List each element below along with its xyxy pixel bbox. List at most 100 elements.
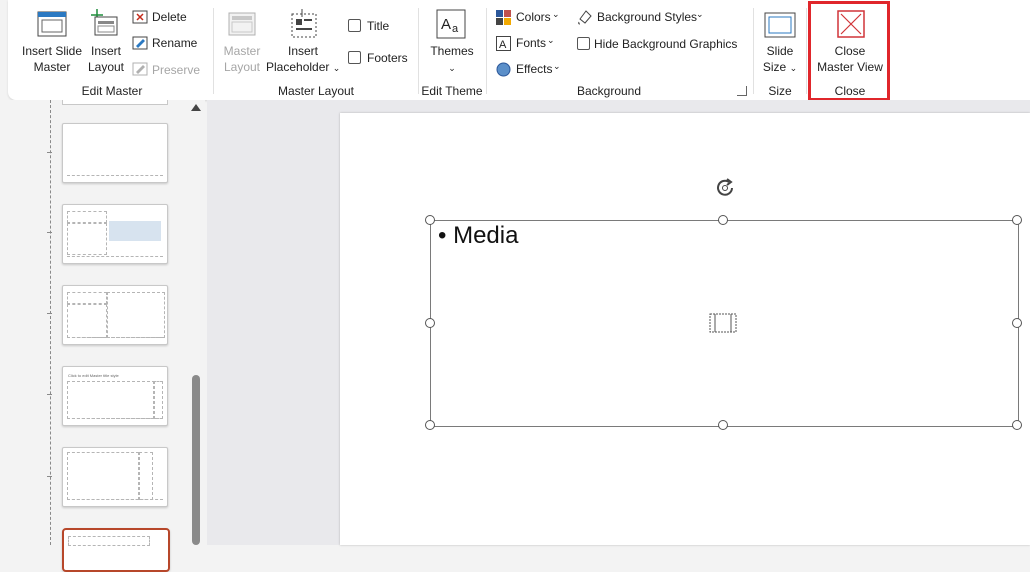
hide-background-graphics-checkbox[interactable] xyxy=(577,37,590,50)
rename-button[interactable]: Rename xyxy=(131,35,197,53)
thumbnail-title-text: Click to edit Master title style xyxy=(68,373,119,378)
connector-tick xyxy=(47,313,52,314)
insert-placeholder-icon xyxy=(291,9,317,38)
slide-size-label-2: Size xyxy=(762,60,787,74)
preserve-label: Preserve xyxy=(152,63,201,77)
rename-icon xyxy=(132,36,148,50)
background-styles-button[interactable]: Background Styles ⌄ xyxy=(576,9,708,27)
insert-slide-master-button[interactable]: Insert Slide Master xyxy=(20,6,84,76)
chevron-down-icon: ⌄ xyxy=(553,61,561,71)
insert-placeholder-label-1: Insert xyxy=(287,44,318,58)
footers-checkbox-label: Footers xyxy=(367,51,408,65)
separator xyxy=(418,8,419,94)
background-styles-icon xyxy=(578,10,592,25)
layout-thumbnail[interactable]: Click to edit Master title style xyxy=(62,366,168,426)
layout-thumbnail[interactable] xyxy=(62,204,168,264)
connector-tick xyxy=(47,394,52,395)
footers-checkbox[interactable] xyxy=(348,51,361,64)
separator xyxy=(806,8,807,94)
master-layout-group-label: Master Layout xyxy=(277,84,355,98)
title-checkbox-label: Title xyxy=(367,19,390,33)
chevron-down-icon: ⌄ xyxy=(332,63,341,73)
layout-connector-line xyxy=(50,100,51,545)
size-group-label: Size xyxy=(768,84,792,98)
fonts-icon: A xyxy=(496,36,511,51)
resize-handle[interactable] xyxy=(718,420,728,430)
background-dialog-launcher-icon[interactable] xyxy=(737,86,747,96)
chevron-down-icon: ⌄ xyxy=(547,35,555,45)
thumbnail-image-placeholder xyxy=(109,221,161,241)
effects-button[interactable]: Effects ⌄ xyxy=(495,61,565,79)
rotate-handle-icon[interactable] xyxy=(713,176,737,200)
delete-label: Delete xyxy=(152,10,187,24)
insert-placeholder-button[interactable]: Insert Placeholder ⌄ xyxy=(266,6,340,76)
chevron-down-icon: ⌄ xyxy=(696,9,704,19)
connector-tick xyxy=(47,476,52,477)
separator xyxy=(486,8,487,94)
preserve-button[interactable]: Preserve xyxy=(131,61,201,79)
placeholder-text[interactable]: • Media xyxy=(438,222,518,250)
master-layout-button[interactable]: Master Layout xyxy=(222,6,262,76)
hide-background-graphics-label: Hide Background Graphics xyxy=(594,37,738,51)
colors-button[interactable]: Colors ⌄ xyxy=(495,9,565,27)
themes-icon: A a xyxy=(436,9,466,39)
chevron-down-icon: ⌄ xyxy=(552,9,560,19)
title-checkbox[interactable] xyxy=(348,19,361,32)
colors-label: Colors xyxy=(516,10,551,24)
connector-tick xyxy=(47,232,52,233)
separator xyxy=(753,8,754,94)
layout-thumbnail[interactable] xyxy=(62,123,168,183)
title-checkbox-row[interactable]: Title xyxy=(348,18,408,34)
highlight-box xyxy=(808,1,890,101)
slide-size-label-1: Slide xyxy=(766,44,794,58)
insert-placeholder-label-2: Placeholder xyxy=(266,60,330,74)
chevron-down-icon: ⌄ xyxy=(789,63,798,73)
themes-label: Themes xyxy=(430,44,474,58)
resize-handle[interactable] xyxy=(718,215,728,225)
media-icon[interactable] xyxy=(709,313,737,333)
insert-layout-icon xyxy=(91,9,118,36)
resize-handle[interactable] xyxy=(425,318,435,328)
svg-text:a: a xyxy=(452,23,459,35)
insert-slide-master-label-2: Master xyxy=(33,60,71,74)
master-layout-label-1: Master xyxy=(223,44,261,58)
layout-thumbnail[interactable] xyxy=(62,285,168,345)
delete-button[interactable]: Delete xyxy=(131,9,191,27)
layout-thumbnail-selected[interactable] xyxy=(62,528,170,572)
fonts-label: Fonts xyxy=(516,36,547,50)
background-styles-label: Background Styles xyxy=(597,10,698,24)
svg-text:A: A xyxy=(499,39,507,51)
scrollbar-thumb[interactable] xyxy=(192,375,200,545)
layout-thumbnail[interactable] xyxy=(62,447,168,507)
fonts-button[interactable]: A Fonts ⌄ xyxy=(495,35,559,53)
master-layout-icon xyxy=(228,12,256,36)
footers-checkbox-row[interactable]: Footers xyxy=(348,50,412,66)
scroll-up-arrow-icon[interactable] xyxy=(191,104,201,111)
slide-size-button[interactable]: Slide Size ⌄ xyxy=(760,6,800,76)
resize-handle[interactable] xyxy=(1012,420,1022,430)
insert-layout-label-1: Insert xyxy=(90,44,121,58)
insert-layout-button[interactable]: Insert Layout xyxy=(86,6,126,76)
resize-handle[interactable] xyxy=(425,420,435,430)
layout-thumbnail-partial[interactable] xyxy=(62,100,168,105)
svg-text:A: A xyxy=(441,16,451,33)
connector-tick xyxy=(47,152,52,153)
resize-handle[interactable] xyxy=(425,215,435,225)
themes-button[interactable]: A a Themes ⌄ xyxy=(428,6,476,76)
colors-icon xyxy=(496,10,511,25)
hide-background-graphics-row[interactable]: Hide Background Graphics xyxy=(576,36,740,52)
slide-size-icon xyxy=(764,12,796,38)
edit-theme-group-label: Edit Theme xyxy=(421,84,483,98)
insert-slide-master-icon xyxy=(37,11,67,37)
edit-master-group-label: Edit Master xyxy=(81,84,143,98)
chevron-down-icon: ⌄ xyxy=(448,63,456,73)
preserve-icon xyxy=(132,62,148,76)
rename-label: Rename xyxy=(152,36,198,50)
effects-icon xyxy=(496,62,511,77)
resize-handle[interactable] xyxy=(1012,215,1022,225)
background-group-label: Background xyxy=(576,84,642,98)
resize-handle[interactable] xyxy=(1012,318,1022,328)
separator xyxy=(213,8,214,94)
master-layout-label-2: Layout xyxy=(223,60,261,74)
delete-icon xyxy=(132,10,148,24)
